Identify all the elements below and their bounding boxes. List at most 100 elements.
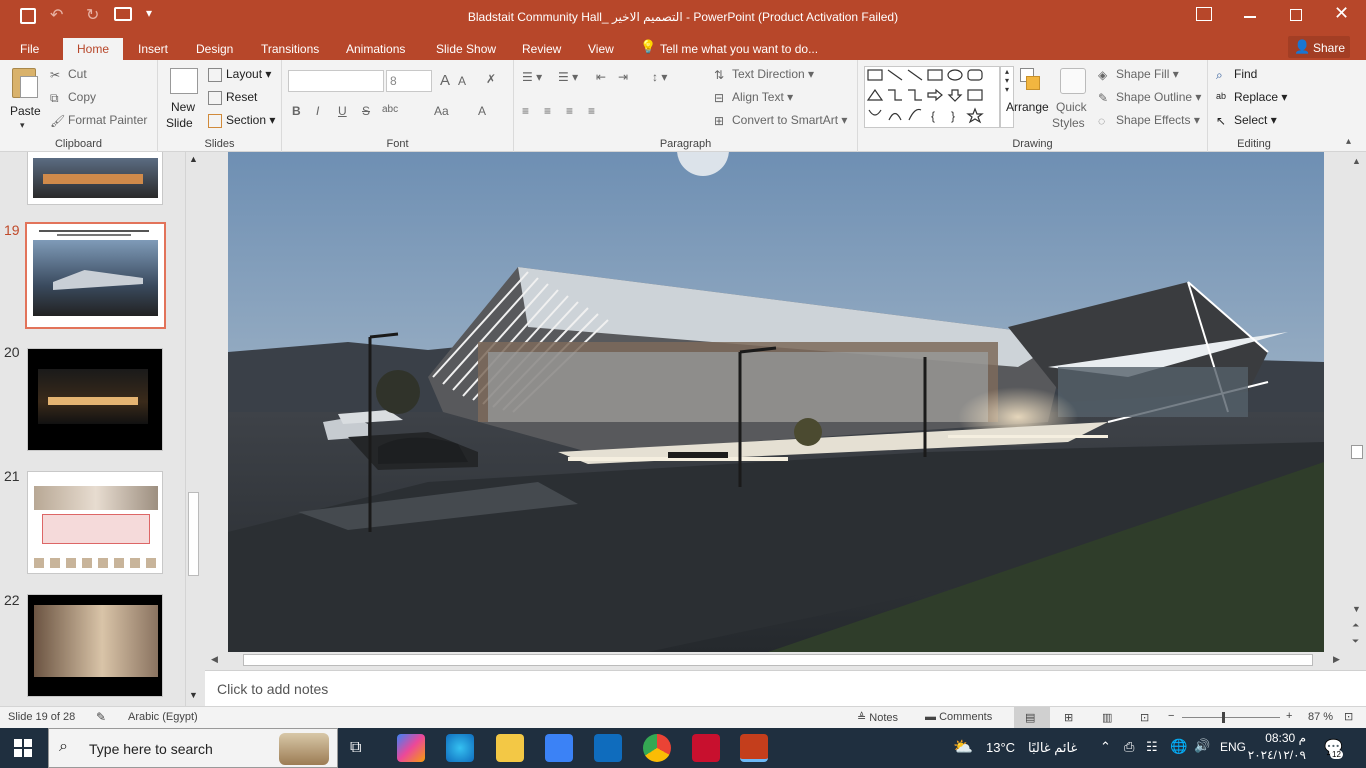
layout-button[interactable]: Layout ▾: [208, 67, 271, 82]
chrome-icon[interactable]: [643, 734, 671, 762]
slide-horizontal-scrollbar[interactable]: ◀ ▶: [205, 652, 1348, 669]
slide-sorter-icon[interactable]: ⊞: [1064, 711, 1073, 724]
thumbnail-scroll-thumb[interactable]: [188, 492, 199, 576]
smartart-button[interactable]: ⊞ Convert to SmartArt ▾: [714, 113, 847, 128]
char-spacing-button[interactable]: abc: [382, 104, 398, 115]
comments-toggle[interactable]: ▬ Comments: [925, 711, 992, 723]
tab-file[interactable]: File: [10, 38, 49, 60]
align-text-button[interactable]: ⊟ Align Text ▾: [714, 90, 793, 105]
scroll-up-icon[interactable]: ▲: [189, 154, 198, 164]
section-button[interactable]: Section ▾: [208, 113, 275, 128]
replace-button[interactable]: ab Replace ▾: [1216, 90, 1287, 105]
tab-animations[interactable]: Animations: [336, 38, 415, 60]
copy-button[interactable]: ⧉ Copy: [50, 90, 96, 105]
zoom-slider-thumb[interactable]: [1222, 712, 1225, 723]
clock-date[interactable]: ٢٠٢٤/١٢/٠٩: [1240, 748, 1306, 762]
notes-placeholder[interactable]: Click to add notes: [217, 681, 328, 697]
notes-toggle[interactable]: ≜ Notes: [857, 711, 898, 724]
scroll-down-icon[interactable]: ▼: [1352, 604, 1361, 614]
reading-view-icon[interactable]: ▥: [1102, 711, 1112, 724]
slide-show-icon[interactable]: ⊡: [1140, 711, 1149, 724]
tab-transitions[interactable]: Transitions: [251, 38, 329, 60]
fit-to-window-icon[interactable]: ⊡: [1344, 710, 1353, 723]
weather-icon[interactable]: ⛅: [953, 737, 973, 757]
taskbar-search-box[interactable]: ⌕ Type here to search: [48, 728, 338, 768]
slide-thumbnail[interactable]: [27, 594, 163, 697]
find-button[interactable]: ⌕ Find: [1216, 67, 1257, 82]
align-right-icon[interactable]: ≡: [566, 104, 573, 118]
zoom-slider[interactable]: [1182, 717, 1280, 718]
slide-canvas[interactable]: [205, 152, 1348, 652]
align-center-icon[interactable]: ≡: [544, 104, 551, 118]
present-icon[interactable]: [114, 7, 132, 21]
scroll-up-icon[interactable]: ▲: [1352, 156, 1361, 166]
notes-pane[interactable]: Click to add notes: [205, 670, 1366, 706]
strikethrough-button[interactable]: S: [362, 104, 370, 118]
tab-view[interactable]: View: [578, 38, 624, 60]
reset-button[interactable]: Reset: [208, 90, 257, 105]
font-color-button[interactable]: A: [478, 104, 486, 118]
network-icon[interactable]: ☷: [1146, 739, 1158, 755]
change-case-button[interactable]: Aa: [434, 104, 449, 118]
collapse-ribbon-icon[interactable]: ▴: [1346, 136, 1351, 147]
bullets-icon[interactable]: ☰ ▾: [522, 70, 542, 84]
decrease-indent-icon[interactable]: ⇤: [596, 70, 606, 84]
font-size-input[interactable]: 8: [386, 70, 432, 92]
slide-thumbnail[interactable]: [27, 348, 163, 451]
copilot-icon[interactable]: [397, 734, 425, 762]
line-spacing-icon[interactable]: ↕ ▾: [652, 70, 667, 84]
tab-home[interactable]: Home: [63, 38, 123, 60]
weather-condition[interactable]: غائم غالبًا: [1028, 740, 1077, 756]
zoom-level[interactable]: 87 %: [1308, 711, 1333, 723]
horizontal-scroll-thumb[interactable]: [243, 654, 1313, 666]
increase-indent-icon[interactable]: ⇥: [618, 70, 628, 84]
close-icon[interactable]: ✕: [1334, 3, 1349, 24]
thumbnail-scrollbar[interactable]: ▲ ▼: [185, 152, 200, 706]
minimize-icon[interactable]: [1244, 16, 1256, 18]
customize-qat-icon[interactable]: ▾: [146, 6, 152, 20]
new-slide-button[interactable]: New Slide: [166, 66, 206, 138]
weather-temperature[interactable]: 13°C: [986, 740, 1015, 755]
autocad-icon[interactable]: [692, 734, 720, 762]
justify-icon[interactable]: ≡: [588, 104, 595, 118]
camera-icon[interactable]: ⎙: [1124, 739, 1134, 755]
globe-icon[interactable]: 🌐: [1170, 738, 1187, 755]
format-painter-button[interactable]: 🖌 Format Painter: [50, 113, 147, 128]
restore-icon[interactable]: [1290, 9, 1302, 21]
file-explorer-icon[interactable]: [496, 734, 524, 762]
tell-me-box[interactable]: Tell me what you want to do...: [650, 38, 828, 60]
ribbon-display-icon[interactable]: [1196, 7, 1212, 21]
tab-insert[interactable]: Insert: [128, 38, 178, 60]
underline-button[interactable]: U: [338, 104, 347, 118]
vertical-scroll-thumb[interactable]: [1351, 445, 1363, 459]
clear-format-icon[interactable]: ✗: [486, 72, 496, 86]
task-view-icon[interactable]: ⧉: [350, 739, 361, 757]
select-button[interactable]: ↖ Select ▾: [1216, 113, 1277, 128]
share-button[interactable]: 👤 Share: [1288, 36, 1350, 58]
increase-font-icon[interactable]: A: [440, 72, 450, 89]
shape-effects-button[interactable]: ◌ Shape Effects ▾: [1098, 113, 1200, 128]
chevron-up-icon[interactable]: ⌃: [1100, 739, 1111, 755]
shape-fill-button[interactable]: ◈ Shape Fill ▾: [1098, 67, 1179, 82]
spellcheck-icon[interactable]: ✎: [96, 710, 106, 724]
windows-start-icon[interactable]: [14, 739, 32, 757]
zoom-out-icon[interactable]: −: [1168, 710, 1174, 722]
shapes-gallery[interactable]: {}: [864, 66, 1000, 128]
language-indicator[interactable]: Arabic (Egypt): [128, 711, 198, 723]
font-name-input[interactable]: [288, 70, 384, 92]
slide-thumbnail[interactable]: [27, 471, 163, 574]
paste-button[interactable]: Paste ▾: [8, 66, 42, 138]
slide-vertical-scrollbar[interactable]: ▲ ▼ ⏶ ⏷: [1348, 152, 1366, 652]
text-direction-button[interactable]: ⇅ Text Direction ▾: [714, 67, 814, 82]
slide[interactable]: [228, 152, 1324, 652]
slide-thumbnail[interactable]: [27, 152, 163, 205]
next-slide-icon[interactable]: ⏷: [1352, 636, 1359, 647]
outlook-icon[interactable]: [594, 734, 622, 762]
italic-button[interactable]: I: [316, 104, 319, 118]
clock-time[interactable]: 08:30 م: [1256, 731, 1306, 745]
volume-icon[interactable]: 🔊: [1194, 738, 1210, 754]
save-icon[interactable]: [20, 8, 36, 24]
cut-button[interactable]: ✂ Cut: [50, 67, 87, 82]
align-left-icon[interactable]: ≡: [522, 104, 529, 118]
numbering-icon[interactable]: ☰ ▾: [558, 70, 578, 84]
